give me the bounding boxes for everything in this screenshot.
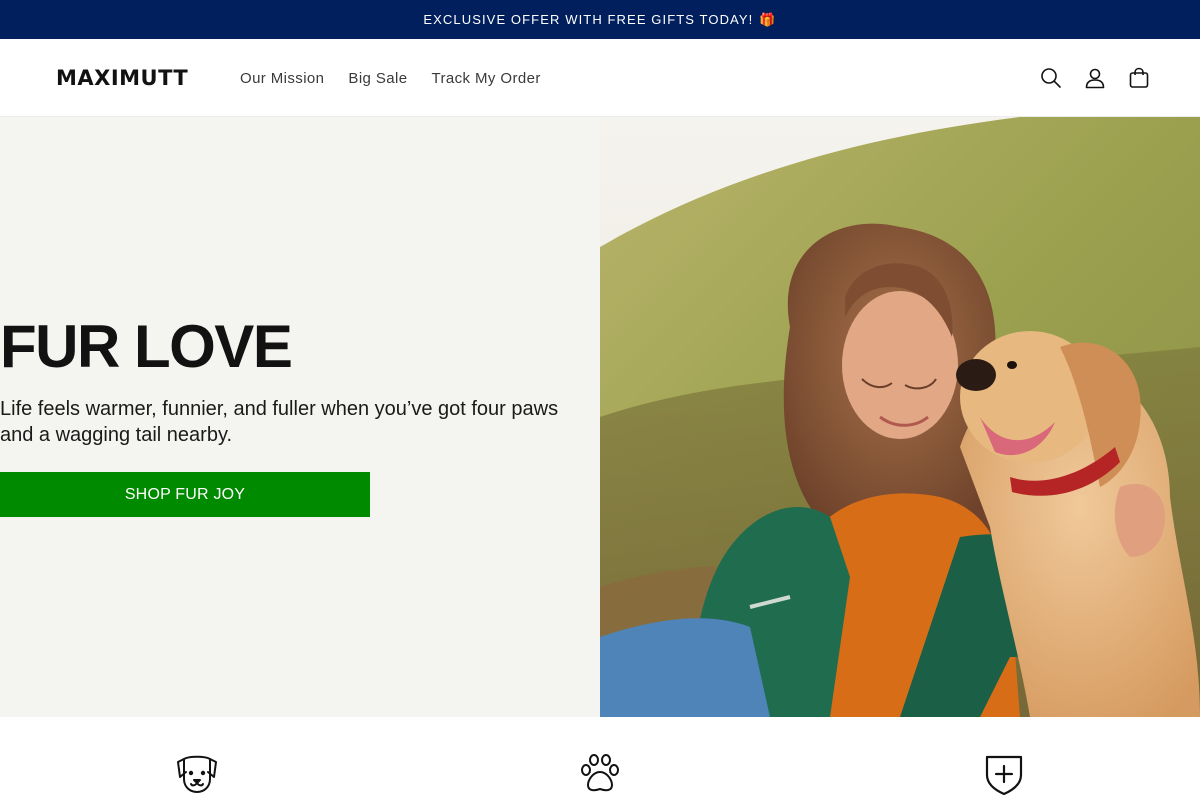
announcement-text: EXCLUSIVE OFFER WITH FREE GIFTS TODAY!	[423, 12, 754, 27]
header-actions	[1022, 63, 1154, 93]
shield-plus-icon	[982, 753, 1026, 797]
cart-icon[interactable]	[1124, 63, 1154, 93]
search-icon[interactable]	[1036, 63, 1066, 93]
announcement-bar: EXCLUSIVE OFFER WITH FREE GIFTS TODAY! 🎁	[0, 0, 1200, 39]
gift-icon: 🎁	[759, 11, 777, 27]
site-header: MAXIMUTT Our Mission Big Sale Track My O…	[0, 39, 1200, 117]
main-nav: Our Mission Big Sale Track My Order	[240, 39, 565, 117]
shop-fur-joy-button[interactable]: SHOP FUR JOY	[0, 472, 370, 517]
hero-text-panel: FUR LOVE Life feels warmer, funnier, and…	[0, 117, 600, 717]
dog-face-icon	[175, 753, 219, 797]
logo[interactable]: MAXIMUTT	[56, 66, 188, 90]
hero-title: FUR LOVE	[0, 313, 293, 380]
woman-hugging-dog-photo	[600, 117, 1200, 717]
hero-image	[600, 117, 1200, 717]
paw-icon	[578, 753, 622, 797]
nav-our-mission[interactable]: Our Mission	[240, 70, 324, 87]
feature-strip	[0, 717, 1200, 800]
nav-track-my-order[interactable]: Track My Order	[432, 70, 541, 87]
hero-subtitle: Life feels warmer, funnier, and fuller w…	[0, 398, 559, 446]
nav-big-sale[interactable]: Big Sale	[348, 70, 407, 87]
account-icon[interactable]	[1080, 63, 1110, 93]
